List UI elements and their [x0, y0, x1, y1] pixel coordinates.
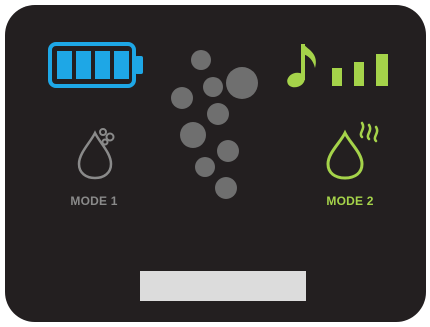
battery-full-icon	[48, 42, 143, 88]
music-note-icon	[287, 44, 316, 88]
signal-bars-icon	[332, 54, 388, 86]
mode1-label: MODE 1	[70, 194, 118, 208]
mode2-label: MODE 2	[326, 194, 374, 208]
device-panel: MODE 1 MODE 2	[5, 5, 426, 322]
display-bar	[140, 271, 306, 301]
droplet-steam-icon	[326, 121, 379, 180]
dots-cluster-icon	[171, 50, 258, 199]
droplet-bubbles-icon	[77, 128, 115, 180]
